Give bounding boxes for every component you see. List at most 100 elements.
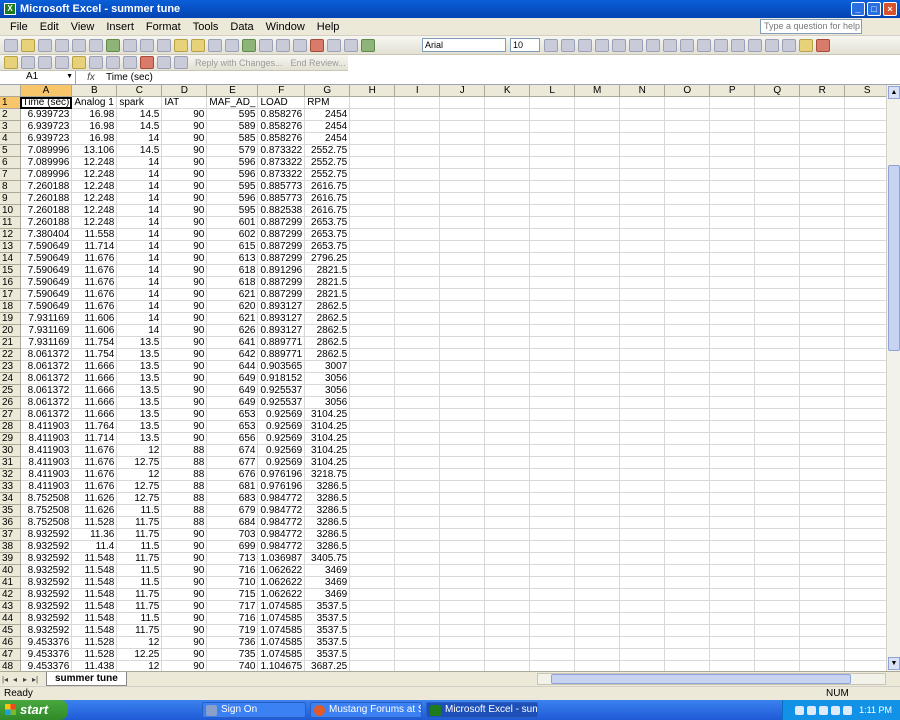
cell-h24[interactable]: [349, 372, 396, 386]
cell-l9[interactable]: [529, 192, 576, 206]
cell-r13[interactable]: [799, 240, 846, 254]
cell-q31[interactable]: [754, 456, 801, 470]
cell-f22[interactable]: 0.889771: [257, 348, 306, 362]
cell-c31[interactable]: 12.75: [116, 456, 163, 470]
cell-a2[interactable]: 6.939723: [20, 108, 73, 122]
cut-icon[interactable]: [140, 38, 154, 52]
cell-s31[interactable]: [844, 456, 891, 470]
cell-j37[interactable]: [439, 528, 486, 542]
row-header[interactable]: 11: [0, 216, 21, 230]
task-mustang-forums[interactable]: Mustang Forums at S...: [310, 702, 422, 718]
row-header[interactable]: 33: [0, 480, 21, 494]
cell-g25[interactable]: 3056: [304, 384, 351, 398]
cell-h25[interactable]: [349, 384, 396, 398]
cell-e2[interactable]: 595: [206, 108, 259, 122]
cell-n10[interactable]: [619, 204, 666, 218]
cell-q16[interactable]: [754, 276, 801, 290]
cell-k41[interactable]: [484, 576, 531, 590]
row-header[interactable]: 32: [0, 468, 21, 482]
cell-q38[interactable]: [754, 540, 801, 554]
column-header-m[interactable]: M: [574, 85, 621, 98]
cell-d8[interactable]: 90: [161, 180, 208, 194]
cell-s22[interactable]: [844, 348, 891, 362]
cell-j22[interactable]: [439, 348, 486, 362]
cell-m6[interactable]: [574, 156, 621, 170]
cell-i12[interactable]: [394, 228, 441, 242]
cell-a12[interactable]: 7.380404: [20, 228, 73, 242]
cell-l19[interactable]: [529, 312, 576, 326]
cell-o26[interactable]: [664, 396, 711, 410]
cell-s46[interactable]: [844, 636, 891, 650]
cell-m47[interactable]: [574, 648, 621, 662]
cell-b6[interactable]: 12.248: [71, 156, 118, 170]
row-header[interactable]: 36: [0, 516, 21, 530]
cell-a19[interactable]: 7.931169: [20, 312, 73, 326]
cell-q27[interactable]: [754, 408, 801, 422]
cell-r29[interactable]: [799, 432, 846, 446]
cell-g22[interactable]: 2862.5: [304, 348, 351, 362]
cell-e10[interactable]: 595: [206, 204, 259, 218]
cell-a9[interactable]: 7.260188: [20, 192, 73, 206]
cell-q15[interactable]: [754, 264, 801, 278]
cell-b20[interactable]: 11.606: [71, 324, 118, 338]
cell-j4[interactable]: [439, 132, 486, 146]
cell-f24[interactable]: 0.918152: [257, 372, 306, 386]
cell-a33[interactable]: 8.411903: [20, 480, 73, 494]
cell-d5[interactable]: 90: [161, 144, 208, 158]
cell-g19[interactable]: 2862.5: [304, 312, 351, 326]
cell-d18[interactable]: 90: [161, 300, 208, 314]
cell-r30[interactable]: [799, 444, 846, 458]
cell-k4[interactable]: [484, 132, 531, 146]
cell-q24[interactable]: [754, 372, 801, 386]
cell-b27[interactable]: 11.666: [71, 408, 118, 422]
cell-g26[interactable]: 3056: [304, 396, 351, 410]
cell-g21[interactable]: 2862.5: [304, 336, 351, 350]
cell-r39[interactable]: [799, 552, 846, 566]
cell-j24[interactable]: [439, 372, 486, 386]
cell-q7[interactable]: [754, 168, 801, 182]
cell-n28[interactable]: [619, 420, 666, 434]
cell-d24[interactable]: 90: [161, 372, 208, 386]
cell-g48[interactable]: 3687.25: [304, 660, 351, 671]
select-all-corner[interactable]: [0, 85, 21, 98]
row-header[interactable]: 23: [0, 360, 21, 374]
cell-f43[interactable]: 1.074585: [257, 600, 306, 614]
cell-i22[interactable]: [394, 348, 441, 362]
row-header[interactable]: 14: [0, 252, 21, 266]
cell-b19[interactable]: 11.606: [71, 312, 118, 326]
cell-o6[interactable]: [664, 156, 711, 170]
cell-h2[interactable]: [349, 108, 396, 122]
cell-e37[interactable]: 703: [206, 528, 259, 542]
cell-d2[interactable]: 90: [161, 108, 208, 122]
cell-b21[interactable]: 11.754: [71, 336, 118, 350]
cell-i28[interactable]: [394, 420, 441, 434]
cell-o3[interactable]: [664, 120, 711, 134]
row-header[interactable]: 22: [0, 348, 21, 362]
cell-q10[interactable]: [754, 204, 801, 218]
cell-k48[interactable]: [484, 660, 531, 671]
cell-j12[interactable]: [439, 228, 486, 242]
cell-s42[interactable]: [844, 588, 891, 602]
row-header[interactable]: 30: [0, 444, 21, 458]
cell-m31[interactable]: [574, 456, 621, 470]
cell-g13[interactable]: 2653.75: [304, 240, 351, 254]
cell-j21[interactable]: [439, 336, 486, 350]
cell-q12[interactable]: [754, 228, 801, 242]
row-header[interactable]: 9: [0, 192, 21, 206]
cell-b36[interactable]: 11.528: [71, 516, 118, 530]
new-comment-icon[interactable]: [72, 56, 86, 69]
cell-s36[interactable]: [844, 516, 891, 530]
review-icon-2[interactable]: [21, 56, 35, 69]
cell-e13[interactable]: 615: [206, 240, 259, 254]
cell-o16[interactable]: [664, 276, 711, 290]
cell-a8[interactable]: 7.260188: [20, 180, 73, 194]
cell-q19[interactable]: [754, 312, 801, 326]
cell-b13[interactable]: 11.714: [71, 240, 118, 254]
cell-f12[interactable]: 0.887299: [257, 228, 306, 242]
cell-j25[interactable]: [439, 384, 486, 398]
cell-c15[interactable]: 14: [116, 264, 163, 278]
cell-l44[interactable]: [529, 612, 576, 626]
cell-c29[interactable]: 13.5: [116, 432, 163, 446]
cell-f36[interactable]: 0.984772: [257, 516, 306, 530]
cell-p38[interactable]: [709, 540, 756, 554]
